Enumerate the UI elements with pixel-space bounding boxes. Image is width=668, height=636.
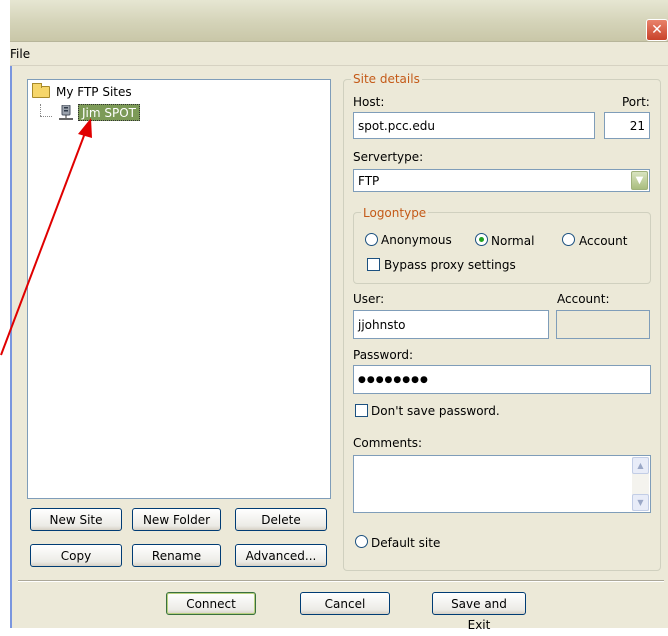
servertype-value: FTP [358,173,380,188]
advanced-button[interactable]: Advanced... [235,544,327,567]
bottom-separator [18,580,664,582]
password-input[interactable]: ●●●●●●●● [353,365,651,394]
normal-label: Normal [491,234,535,248]
menu-bar: File [10,42,668,66]
user-value: jjohnsto [358,317,406,332]
port-input[interactable]: 21 [604,112,650,139]
logontype-legend: Logontype [361,206,429,220]
menu-file[interactable]: File [10,47,30,61]
anonymous-label: Anonymous [381,233,452,247]
logontype-group [353,212,651,284]
normal-radio[interactable] [475,233,488,246]
comments-scrollbar[interactable]: ▲ ▼ [632,457,649,511]
account-label: Account: [557,292,610,306]
servertype-select[interactable]: FTP ▼ [353,169,650,192]
close-button[interactable]: ✕ [646,19,668,41]
site-tree[interactable]: My FTP Sites Jim SPOT [27,79,331,499]
password-value: ●●●●●●●● [358,374,429,385]
comments-label: Comments: [353,436,423,450]
password-label: Password: [353,348,414,362]
default-site-label: Default site [371,536,441,550]
account-input [556,310,650,339]
user-label: User: [353,292,385,306]
bypass-proxy-checkbox[interactable] [367,258,380,271]
cancel-button[interactable]: Cancel [300,592,390,615]
new-folder-button[interactable]: New Folder [132,508,221,531]
host-label: Host: [353,95,385,109]
title-bar[interactable] [10,0,668,42]
servertype-label: Servertype: [353,150,424,164]
chevron-down-icon[interactable]: ▼ [631,171,648,190]
delete-button[interactable]: Delete [235,508,327,531]
bypass-proxy-label: Bypass proxy settings [384,258,516,272]
comments-textarea[interactable]: ▲ ▼ [353,455,651,513]
host-input[interactable]: spot.pcc.edu [353,112,595,139]
rename-button[interactable]: Rename [132,544,221,567]
host-value: spot.pcc.edu [358,118,435,133]
folder-icon [32,83,50,98]
dont-save-password-checkbox[interactable] [355,404,368,417]
tree-item-selected-site[interactable]: Jim SPOT [78,104,141,121]
save-and-exit-button[interactable]: Save and Exit [432,592,526,632]
tree-root-label: My FTP Sites [56,85,132,99]
port-value: 21 [629,118,645,133]
site-details-legend: Site details [351,72,422,86]
port-label: Port: [622,95,650,109]
tree-connector [40,116,52,117]
tree-connector [40,104,41,116]
server-icon [59,105,73,120]
close-icon: ✕ [651,22,663,38]
scroll-down-icon[interactable]: ▼ [632,494,649,511]
scroll-up-icon[interactable]: ▲ [632,457,649,474]
connect-button[interactable]: Connect [166,592,256,615]
account-radio[interactable] [562,233,575,246]
new-site-button[interactable]: New Site [30,508,122,531]
user-input[interactable]: jjohnsto [353,310,549,339]
default-site-radio[interactable] [355,535,368,548]
copy-button[interactable]: Copy [30,544,122,567]
account-radio-label: Account [579,234,628,248]
anonymous-radio[interactable] [365,233,378,246]
dont-save-password-label: Don't save password. [371,404,500,418]
